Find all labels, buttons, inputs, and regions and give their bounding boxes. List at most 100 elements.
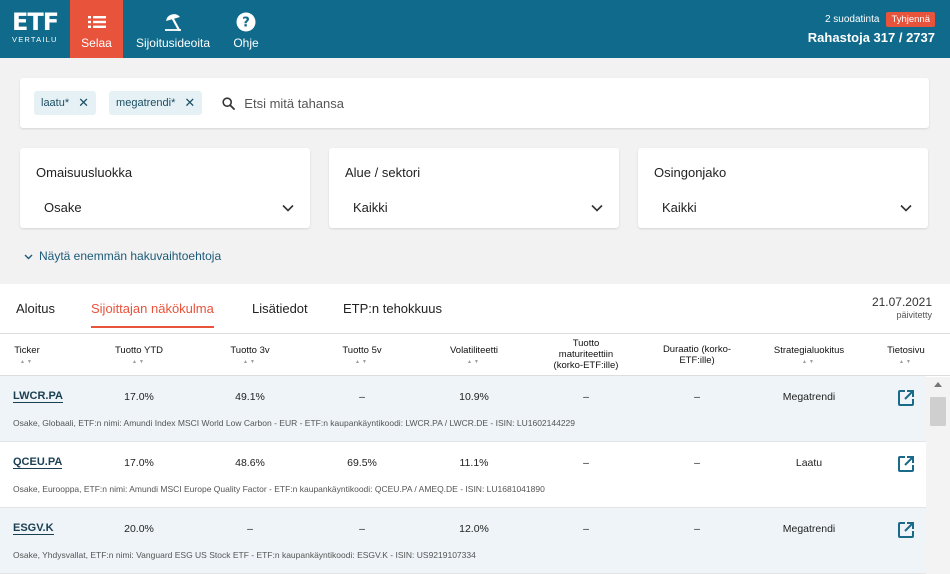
table-row[interactable]: ESGV.K 20.0% – – 12.0% – – Megatrendi Os…: [0, 508, 926, 574]
column-header-info-page: Tietosivu ▲▼: [880, 334, 932, 375]
nav-selaa[interactable]: Selaa: [70, 0, 123, 58]
column-header-label: Tietosivu: [887, 344, 925, 356]
column-header-label: (korko-ETF:ille): [553, 360, 619, 371]
clear-filters-button[interactable]: Tyhjennä: [886, 12, 935, 27]
filter-chip-label: laatu*: [41, 97, 70, 109]
top-navigation-bar: ETF VERTAILU Selaa Sijoitusideoita ? Ohj…: [0, 0, 950, 58]
nav-sijoitusideoita[interactable]: Sijoitusideoita: [131, 0, 215, 58]
column-header-label: Strategialuokitus: [773, 344, 845, 356]
ticker-link[interactable]: ESGV.K: [13, 522, 54, 535]
cell-5y: –: [359, 391, 365, 403]
cell-5y: 69.5%: [347, 457, 377, 469]
open-external-icon[interactable]: [897, 389, 915, 412]
vertical-scrollbar[interactable]: [926, 377, 950, 574]
scroll-up-arrow-icon[interactable]: [934, 382, 942, 387]
cell-yield-to-maturity: –: [583, 457, 589, 469]
help-icon: ?: [236, 11, 256, 33]
search-input[interactable]: [244, 95, 805, 111]
sort-icon: ▲▼: [802, 358, 816, 365]
column-header-ticker[interactable]: Ticker ▲▼: [6, 334, 48, 375]
filter-summary: 2 suodatinta Tyhjennä Rahastoja 317 / 27…: [808, 12, 935, 45]
cell-ytd: 20.0%: [124, 523, 154, 535]
cell-3y: –: [247, 523, 253, 535]
scrollbar-thumb[interactable]: [930, 397, 946, 426]
tab-etp-tehokkuus[interactable]: ETP:n tehokkuus: [343, 301, 442, 326]
cell-3y: 49.1%: [235, 391, 265, 403]
row-description: Osake, Eurooppa, ETF:n nimi: Amundi MSCI…: [13, 484, 545, 494]
search-icon: [222, 96, 236, 110]
column-header-label: Volatiliteetti: [449, 344, 499, 356]
umbrella-icon: [163, 11, 183, 33]
column-header-yield-to-maturity[interactable]: Tuotto maturiteettiin (korko-ETF:ille): [540, 334, 632, 375]
search-card: laatu* ✕ megatrendi* ✕: [20, 78, 929, 128]
remove-chip-icon[interactable]: ✕: [78, 95, 89, 111]
remove-chip-icon[interactable]: ✕: [184, 95, 195, 111]
chevron-down-icon: [24, 249, 33, 263]
column-header-label: maturiteettiin: [558, 349, 614, 360]
open-external-icon[interactable]: [897, 455, 915, 478]
svg-text:?: ?: [242, 16, 250, 31]
cell-volatility: 12.0%: [459, 523, 489, 535]
select-value-text: Osake: [44, 200, 82, 215]
list-icon: [87, 11, 106, 33]
chevron-down-icon: [591, 200, 603, 215]
column-header-strategy[interactable]: Strategialuokitus ▲▼: [762, 334, 856, 375]
ticker-link[interactable]: QCEU.PA: [13, 456, 63, 469]
cell-5y: –: [359, 523, 365, 535]
select-label: Alue / sektori: [345, 165, 421, 180]
select-label: Osingonjako: [654, 165, 727, 180]
sort-icon: ▲▼: [243, 358, 257, 365]
cell-ytd: 17.0%: [124, 391, 154, 403]
open-external-icon[interactable]: [897, 521, 915, 544]
column-header-5y[interactable]: Tuotto 5v ▲▼: [327, 334, 397, 375]
column-header-label: Duraatio (korko-: [662, 343, 732, 355]
cell-volatility: 10.9%: [459, 391, 489, 403]
column-header-label: Tuotto 5v: [342, 344, 382, 356]
nav-selaa-label: Selaa: [81, 36, 112, 50]
update-date-note: päivitetty: [896, 310, 932, 320]
column-header-ytd[interactable]: Tuotto YTD ▲▼: [99, 334, 179, 375]
sort-icon: ▲▼: [20, 358, 34, 365]
table-row[interactable]: QCEU.PA 17.0% 48.6% 69.5% 11.1% – – Laat…: [0, 442, 926, 508]
column-header-duration[interactable]: Duraatio (korko- ETF:ille): [650, 334, 744, 375]
column-header-3y[interactable]: Tuotto 3v ▲▼: [215, 334, 285, 375]
select-value[interactable]: Osake: [36, 200, 294, 215]
update-date: 21.07.2021 päivitetty: [872, 295, 932, 320]
logo-text: ETF: [12, 8, 59, 36]
logo-subtext: VERTAILU: [12, 35, 58, 44]
select-value[interactable]: Kaikki: [345, 200, 603, 215]
column-header-volatility[interactable]: Volatiliteetti ▲▼: [434, 334, 514, 375]
tab-aloitus[interactable]: Aloitus: [16, 301, 55, 326]
cell-duration: –: [694, 457, 700, 469]
row-description: Osake, Yhdysvallat, ETF:n nimi: Vanguard…: [13, 550, 476, 560]
cell-duration: –: [694, 391, 700, 403]
select-region-sector[interactable]: Alue / sektori Kaikki: [329, 148, 619, 228]
fund-count: Rahastoja 317 / 2737: [807, 30, 935, 45]
cell-yield-to-maturity: –: [583, 523, 589, 535]
nav-sijoitusideoita-label: Sijoitusideoita: [135, 36, 211, 50]
chevron-down-icon: [282, 200, 294, 215]
column-header-label: Tuotto YTD: [114, 344, 164, 356]
ticker-link[interactable]: LWCR.PA: [13, 390, 63, 403]
column-header-label: Tuotto: [572, 338, 600, 349]
nav-ohje-label: Ohje: [233, 36, 259, 50]
tab-sijoittajan-nakokulma[interactable]: Sijoittajan näkökulma: [91, 301, 214, 328]
column-header-label: Tuotto 3v: [230, 344, 270, 356]
select-dividend[interactable]: Osingonjako Kaikki: [638, 148, 928, 228]
cell-ytd: 17.0%: [124, 457, 154, 469]
etf-vertailu-logo[interactable]: ETF VERTAILU: [12, 9, 60, 49]
column-header-label: ETF:ille): [679, 354, 715, 366]
more-search-options-link[interactable]: Näytä enemmän hakuvaihtoehtoja: [24, 249, 221, 263]
results-panel: Aloitus Sijoittajan näkökulma Lisätiedot…: [0, 284, 950, 574]
update-date-value: 21.07.2021: [871, 295, 932, 309]
table-row[interactable]: LWCR.PA 17.0% 49.1% – 10.9% – – Megatren…: [0, 376, 926, 442]
column-header-label: Ticker: [14, 344, 40, 356]
chevron-down-icon: [900, 200, 912, 215]
select-value[interactable]: Kaikki: [654, 200, 912, 215]
sort-icon: ▲▼: [132, 358, 146, 365]
sort-icon: ▲▼: [467, 358, 481, 365]
select-asset-class[interactable]: Omaisuusluokka Osake: [20, 148, 310, 228]
tab-lisatiedot[interactable]: Lisätiedot: [252, 301, 308, 326]
cell-strategy: Megatrendi: [782, 523, 836, 535]
nav-ohje[interactable]: ? Ohje: [225, 0, 267, 58]
